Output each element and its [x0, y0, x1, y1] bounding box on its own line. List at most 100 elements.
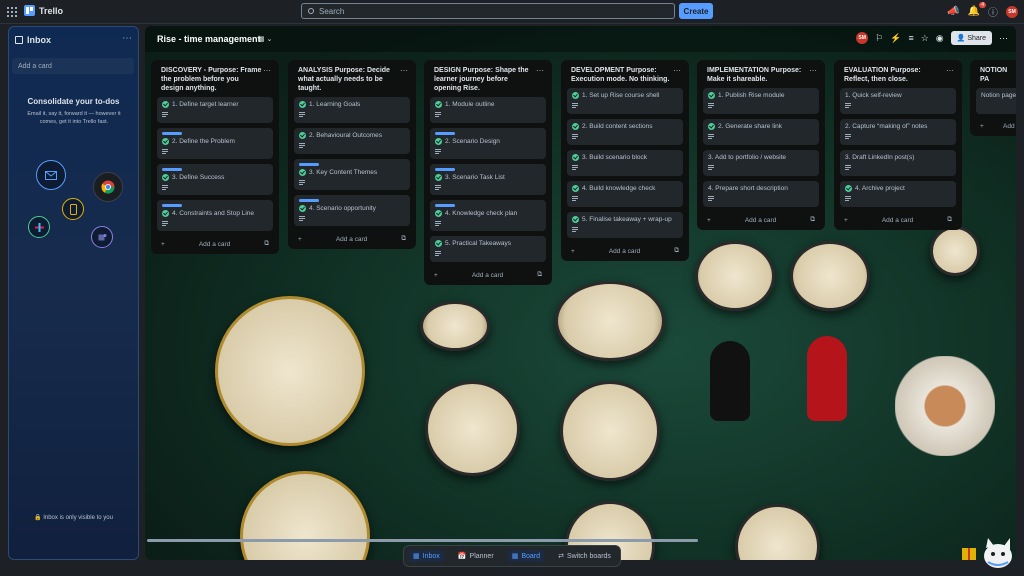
card-template-icon[interactable]: ⧉	[537, 271, 542, 279]
list-menu-icon[interactable]: ⋯	[946, 66, 954, 75]
list-card[interactable]: 3. Draft LinkedIn post(s)	[840, 150, 956, 176]
list-card[interactable]: 3. Add to portfolio / website	[703, 150, 819, 176]
complete-check-icon[interactable]	[162, 138, 169, 145]
complete-check-icon[interactable]	[299, 132, 306, 139]
list-card[interactable]: 2. Behavioural Outcomes	[294, 128, 410, 154]
add-card-button[interactable]: + Add a card ⧉	[840, 212, 956, 224]
horizontal-scrollbar[interactable]	[147, 539, 698, 542]
board-member-avatar[interactable]: SM	[856, 32, 869, 44]
list-title[interactable]: DESIGN Purpose: Shape the learner journe…	[430, 66, 546, 93]
board-title[interactable]: Rise - time management	[157, 34, 261, 44]
list-card[interactable]: 1. Define target learner	[157, 97, 273, 123]
list-menu-icon[interactable]: ⋯	[536, 66, 544, 75]
complete-check-icon[interactable]	[572, 92, 579, 99]
add-card-button[interactable]: + Add a card ⧉	[157, 236, 273, 248]
complete-check-icon[interactable]	[162, 210, 169, 217]
board-view-switcher[interactable]: ▦ ⌄	[258, 35, 272, 43]
nav-board[interactable]: ▦ Board	[507, 550, 545, 562]
list-card[interactable]: 2. Scenario Design	[430, 128, 546, 159]
list-card[interactable]: 5. Finalise takeaway + wrap-up	[567, 212, 683, 238]
list-card[interactable]: 4. Constraints and Stop Line	[157, 200, 273, 231]
list-card[interactable]: 2. Capture “making of” notes	[840, 119, 956, 145]
card-template-icon[interactable]: ⧉	[401, 235, 406, 243]
card-template-icon[interactable]: ⧉	[810, 216, 815, 224]
list-title[interactable]: ANALYSIS Purpose: Decide what actually n…	[294, 66, 410, 93]
list-menu-icon[interactable]: ⋯	[400, 66, 408, 75]
app-switcher-icon[interactable]	[7, 7, 17, 17]
add-card-button[interactable]: + Add a card ⧉	[567, 243, 683, 255]
list-card[interactable]: 3. Scenario Task List	[430, 164, 546, 195]
list-card[interactable]: 1. Quick self-review	[840, 88, 956, 114]
list-card[interactable]: 4. Archive project	[840, 181, 956, 207]
card-template-icon[interactable]: ⧉	[264, 240, 269, 248]
complete-check-icon[interactable]	[572, 123, 579, 130]
filter-icon[interactable]: ≡	[908, 33, 913, 43]
list-card[interactable]: 5. Practical Takeaways	[430, 236, 546, 262]
list-card[interactable]: 1. Publish Rise module	[703, 88, 819, 114]
list-menu-icon[interactable]: ⋯	[263, 66, 271, 75]
account-avatar[interactable]: SM	[1006, 5, 1018, 18]
list-card[interactable]: 2. Define the Problem	[157, 128, 273, 159]
add-card-button[interactable]: + Add a card ⧉	[294, 231, 410, 243]
list-card[interactable]: 4. Build knowledge check	[567, 181, 683, 207]
bell-icon[interactable]: 🔔 4	[968, 2, 986, 17]
list-card[interactable]: 2. Build content sections	[567, 119, 683, 145]
list-card[interactable]: 1. Set up Rise course shell	[567, 88, 683, 114]
visibility-icon[interactable]: ◉	[936, 33, 944, 44]
trello-logo[interactable]: Trello	[24, 5, 63, 16]
megaphone-icon[interactable]: 📣	[947, 6, 959, 17]
list-card[interactable]: 4. Knowledge check plan	[430, 200, 546, 231]
board-menu-icon[interactable]: ⋯	[999, 33, 1008, 44]
automation-icon[interactable]: ⚡	[890, 33, 901, 44]
complete-check-icon[interactable]	[572, 216, 579, 223]
list-card[interactable]: 3. Define Success	[157, 164, 273, 195]
list-title[interactable]: DISCOVERY - Purpose: Frame the problem b…	[157, 66, 273, 93]
list-menu-icon[interactable]: ⋯	[673, 66, 681, 75]
inbox-add-card-input[interactable]: Add a card	[12, 58, 134, 74]
complete-check-icon[interactable]	[845, 185, 852, 192]
search-input[interactable]: Search	[301, 3, 675, 19]
complete-check-icon[interactable]	[299, 205, 306, 212]
complete-check-icon[interactable]	[299, 169, 306, 176]
list-card[interactable]: 3. Build scenario block	[567, 150, 683, 176]
nav-planner[interactable]: 📅 Planner	[454, 550, 498, 562]
list-card[interactable]: 1. Module outline	[430, 97, 546, 123]
more-options-icon[interactable]: ⋯	[122, 33, 132, 44]
complete-check-icon[interactable]	[572, 185, 579, 192]
nav-inbox[interactable]: ▦ Inbox	[409, 550, 444, 562]
list-card[interactable]: 4. Prepare short description	[703, 181, 819, 207]
complete-check-icon[interactable]	[435, 101, 442, 108]
share-button[interactable]: 👤 Share	[950, 31, 992, 45]
complete-check-icon[interactable]	[162, 174, 169, 181]
list-card[interactable]: 2. Generate share link	[703, 119, 819, 145]
card-template-icon[interactable]: ⧉	[947, 216, 952, 224]
list-title[interactable]: EVALUATION Purpose: Reflect, then close.	[840, 66, 956, 84]
complete-check-icon[interactable]	[572, 154, 579, 161]
list-card[interactable]: 4. Scenario opportunity	[294, 195, 410, 226]
list-card[interactable]: 1. Learning Goals	[294, 97, 410, 123]
list-menu-icon[interactable]: ⋯	[809, 66, 817, 75]
add-card-button[interactable]: + Add a card ⧉	[430, 267, 546, 279]
list-title[interactable]: IMPLEMENTATION Purpose: Make it shareabl…	[703, 66, 819, 84]
add-card-button[interactable]: + Add a	[976, 119, 1016, 130]
complete-check-icon[interactable]	[162, 101, 169, 108]
add-card-button[interactable]: + Add a card ⧉	[703, 212, 819, 224]
complete-check-icon[interactable]	[299, 101, 306, 108]
list-title[interactable]: NOTION PA	[976, 66, 1016, 84]
card-label-bar	[435, 168, 455, 171]
star-icon[interactable]: ☆	[921, 33, 929, 44]
help-icon[interactable]: ⓘ	[988, 4, 998, 19]
complete-check-icon[interactable]	[708, 123, 715, 130]
card-template-icon[interactable]: ⧉	[674, 247, 679, 255]
nav-switch-boards[interactable]: ⇄ Switch boards	[554, 550, 615, 562]
complete-check-icon[interactable]	[435, 174, 442, 181]
complete-check-icon[interactable]	[435, 210, 442, 217]
complete-check-icon[interactable]	[435, 138, 442, 145]
list-card[interactable]: 3. Key Content Themes	[294, 159, 410, 190]
power-ups-icon[interactable]: ⚐	[875, 33, 883, 44]
list-card[interactable]: Notion page	[976, 88, 1016, 114]
complete-check-icon[interactable]	[435, 240, 442, 247]
create-button[interactable]: Create	[679, 3, 713, 19]
list-title[interactable]: DEVELOPMENT Purpose: Execution mode. No …	[567, 66, 683, 84]
complete-check-icon[interactable]	[708, 92, 715, 99]
